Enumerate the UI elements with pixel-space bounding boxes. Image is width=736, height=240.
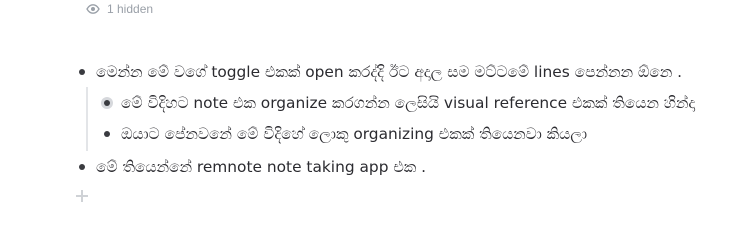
- bullet-icon[interactable]: [79, 164, 85, 170]
- add-item-icon[interactable]: [76, 190, 88, 202]
- hidden-count-label: 1 hidden: [107, 2, 154, 16]
- list-item[interactable]: මේ තියෙන්නේ remnote note taking app එක .: [79, 157, 426, 177]
- list-item[interactable]: මෙන්න මේ වගේ toggle එකක් open කරද්දි ඊට …: [79, 62, 682, 82]
- list-item-text[interactable]: මේ විදිහට note එක organize කරගන්න ලෙසියි…: [121, 93, 695, 113]
- hidden-items-indicator[interactable]: 1 hidden: [86, 0, 153, 18]
- eye-icon: [86, 4, 100, 14]
- bullet-icon[interactable]: [79, 69, 85, 75]
- indent-guide-line: [86, 87, 88, 151]
- list-item-text[interactable]: ඔයාට පේනවනේ මේ විදිහේ ලොකු organizing එක…: [121, 124, 587, 144]
- list-item[interactable]: මේ විදිහට note එක organize කරගන්න ලෙසියි…: [104, 93, 695, 113]
- bullet-icon[interactable]: [104, 131, 110, 137]
- list-item[interactable]: ඔයාට පේනවනේ මේ විදිහේ ලොකු organizing එක…: [104, 124, 587, 144]
- bullet-icon[interactable]: [104, 100, 110, 106]
- list-item-text[interactable]: මේ තියෙන්නේ remnote note taking app එක .: [96, 157, 426, 177]
- list-item-text[interactable]: මෙන්න මේ වගේ toggle එකක් open කරද්දි ඊට …: [96, 62, 682, 82]
